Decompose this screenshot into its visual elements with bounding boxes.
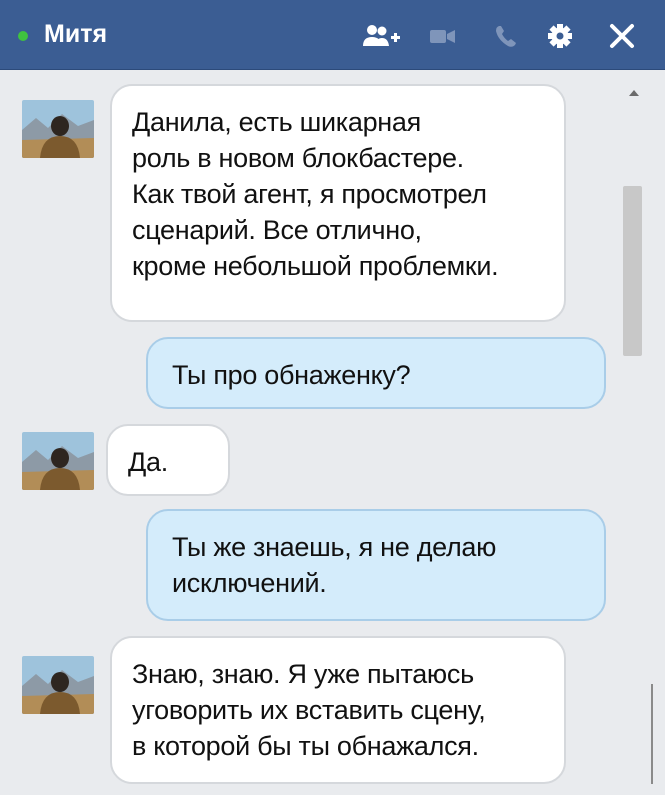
chat-header: Митя bbox=[0, 0, 665, 70]
message-text-line: Данила, есть шикарная bbox=[132, 107, 421, 137]
close-icon[interactable] bbox=[607, 22, 637, 50]
gear-icon[interactable] bbox=[545, 22, 575, 50]
message-incoming: Да. bbox=[106, 424, 230, 496]
avatar[interactable] bbox=[22, 656, 94, 714]
online-status-dot bbox=[18, 31, 28, 41]
message-text-line: исключений. bbox=[172, 568, 327, 598]
message-text-line: кроме небольшой проблемки. bbox=[132, 251, 499, 281]
message-text-line: роль в новом блокбастере. bbox=[132, 143, 464, 173]
scroll-up-arrow-icon[interactable] bbox=[629, 90, 639, 96]
phone-icon[interactable] bbox=[492, 22, 522, 50]
add-friend-icon[interactable] bbox=[362, 22, 402, 50]
video-call-icon[interactable] bbox=[428, 22, 458, 50]
message-text-line: Да. bbox=[128, 447, 168, 477]
message-text-line: Ты же знаешь, я не делаю bbox=[172, 532, 497, 562]
avatar[interactable] bbox=[22, 432, 94, 490]
message-outgoing: Ты про обнаженку? bbox=[146, 337, 606, 409]
message-incoming: Знаю, знаю. Я уже пытаюсь уговорить их в… bbox=[110, 636, 566, 784]
contact-name[interactable]: Митя bbox=[44, 17, 107, 51]
message-text-line: в которой бы ты обнажался. bbox=[132, 731, 479, 761]
avatar[interactable] bbox=[22, 100, 94, 158]
message-outgoing: Ты же знаешь, я не делаю исключений. bbox=[146, 509, 606, 621]
message-incoming: Данила, есть шикарная роль в новом блокб… bbox=[110, 84, 566, 322]
scrollbar-thumb[interactable] bbox=[623, 186, 642, 356]
message-text-line: Знаю, знаю. Я уже пытаюсь bbox=[132, 659, 474, 689]
message-text-line: Ты про обнаженку? bbox=[172, 360, 411, 390]
message-text-line: Как твой агент, я просмотрел bbox=[132, 179, 487, 209]
message-text-line: сценарий. Все отлично, bbox=[132, 215, 422, 245]
message-text-line: уговорить их вставить сцену, bbox=[132, 695, 486, 725]
scrollbar-track-edge bbox=[651, 684, 653, 784]
